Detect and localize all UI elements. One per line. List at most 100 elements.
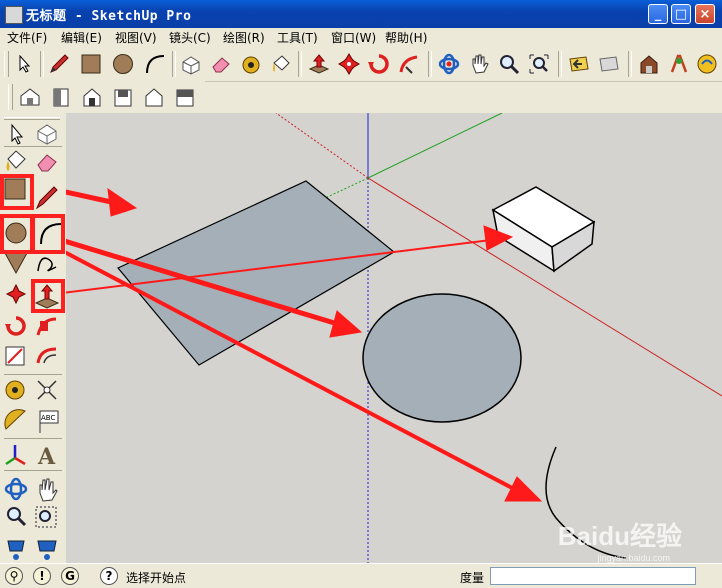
geo-location-icon[interactable]: ⚲	[5, 567, 23, 585]
drawing-viewport[interactable]: Baidu经验 jingyan.baidu.com	[66, 113, 722, 563]
offset-icon[interactable]	[36, 347, 57, 364]
next-view-icon[interactable]	[596, 51, 622, 77]
zoom-extents-icon[interactable]	[526, 51, 552, 77]
dimension-icon[interactable]	[37, 380, 57, 400]
toolbar-separator	[40, 51, 44, 77]
axes-icon[interactable]	[5, 445, 26, 466]
measurements-input[interactable]	[490, 567, 696, 585]
zoom-window-icon[interactable]	[35, 506, 57, 528]
walk-icon[interactable]	[7, 540, 25, 560]
front-view-icon[interactable]	[79, 84, 105, 110]
protractor-icon[interactable]	[4, 409, 26, 430]
sketchup-app-icon[interactable]	[5, 6, 23, 24]
maximize-button[interactable]: □	[671, 4, 691, 24]
eraser-icon[interactable]	[208, 51, 234, 77]
move-icon[interactable]	[336, 51, 362, 77]
arc-icon[interactable]	[40, 223, 62, 245]
back-view-icon[interactable]	[141, 84, 167, 110]
scale-icon[interactable]	[5, 346, 25, 366]
menu-file[interactable]: 文件(F)	[7, 29, 47, 46]
zoom-icon[interactable]	[7, 507, 27, 527]
polygon-icon[interactable]	[4, 252, 28, 275]
circle-face[interactable]	[362, 293, 522, 423]
red-axis-negative	[275, 113, 369, 179]
text-icon[interactable]: ABC	[39, 410, 59, 433]
tape-measure-icon[interactable]	[238, 51, 264, 77]
toolbar-separator	[172, 51, 176, 77]
warehouse-icon[interactable]	[636, 51, 662, 77]
tool-palette: ABC A	[0, 113, 66, 563]
menu-draw[interactable]: 绘图(R)	[223, 29, 265, 46]
circle-icon[interactable]	[110, 51, 136, 77]
previous-view-icon[interactable]	[566, 51, 592, 77]
paint-bucket-icon[interactable]	[268, 51, 294, 77]
toolbar-separator	[298, 51, 302, 77]
rectangle-icon[interactable]	[78, 51, 104, 77]
menu-view[interactable]: 视图(V)	[115, 29, 157, 46]
rotate-icon[interactable]	[366, 51, 392, 77]
views-toolbar	[0, 81, 205, 114]
toolbar-separator	[628, 51, 632, 77]
line-icon[interactable]	[35, 186, 58, 210]
highlight-arc-tool	[31, 214, 65, 254]
orbit-icon[interactable]	[436, 51, 462, 77]
menu-bar: 文件(F) 编辑(E) 视图(V) 镜头(C) 绘图(R) 工具(T) 窗口(W…	[0, 28, 722, 46]
zoom-icon[interactable]	[496, 51, 522, 77]
circle-icon[interactable]	[5, 222, 27, 244]
menu-camera[interactable]: 镜头(C)	[169, 29, 211, 46]
push-pull-icon[interactable]	[34, 284, 60, 309]
help-icon[interactable]: ?	[100, 567, 118, 585]
push-pull-icon[interactable]	[306, 51, 332, 77]
window-title: 无标题 - SketchUp Pro	[26, 9, 192, 24]
pan-icon[interactable]	[466, 51, 492, 77]
menu-window[interactable]: 窗口(W)	[331, 29, 376, 46]
title-bar: 无标题 - SketchUp Pro _ □ ×	[0, 0, 722, 28]
baidu-watermark-url: jingyan.baidu.com	[597, 553, 670, 563]
orbit-icon[interactable]	[4, 477, 28, 501]
green-axis	[367, 113, 503, 179]
component-icon[interactable]	[37, 124, 57, 145]
follow-me-icon[interactable]	[396, 51, 422, 77]
toolbar-grip[interactable]	[8, 84, 13, 110]
eraser-icon[interactable]	[37, 154, 57, 172]
status-bar: ⚲ ! G ? 选择开始点 度量	[0, 563, 722, 588]
status-prompt: 选择开始点	[126, 571, 187, 585]
paint-bucket-icon[interactable]	[6, 150, 26, 171]
rotate-icon[interactable]	[5, 316, 26, 336]
svg-text:ABC: ABC	[41, 414, 55, 422]
rectangle-face[interactable]	[117, 180, 396, 366]
iso-view-icon[interactable]	[17, 84, 43, 110]
menu-edit[interactable]: 编辑(E)	[61, 29, 102, 46]
credits-icon[interactable]: !	[33, 567, 51, 585]
select-icon[interactable]	[11, 123, 24, 145]
extruded-box[interactable]	[491, 186, 596, 273]
top-view-icon[interactable]	[48, 84, 74, 110]
right-view-icon[interactable]	[110, 84, 136, 110]
menu-tools[interactable]: 工具(T)	[277, 29, 318, 46]
move-icon[interactable]	[5, 283, 27, 305]
menu-help[interactable]: 帮助(H)	[385, 29, 427, 46]
toolbar-grip[interactable]	[4, 51, 9, 77]
user-icon[interactable]: G	[61, 567, 79, 585]
pencil-icon[interactable]	[46, 51, 72, 77]
pan-icon[interactable]	[39, 478, 58, 502]
minimize-button[interactable]: _	[648, 4, 668, 24]
components-icon[interactable]	[666, 51, 692, 77]
look-around-icon[interactable]	[37, 540, 57, 560]
close-button[interactable]: ×	[695, 4, 715, 24]
arc-icon[interactable]	[142, 51, 168, 77]
select-icon[interactable]	[12, 51, 38, 77]
main-toolbar	[0, 47, 722, 82]
left-view-icon[interactable]	[172, 84, 198, 110]
svg-text:A: A	[37, 444, 56, 470]
toolbar-separator	[558, 51, 562, 77]
follow-me-icon[interactable]	[36, 317, 57, 336]
tape-measure-icon[interactable]	[5, 380, 25, 400]
freehand-icon[interactable]	[37, 257, 57, 272]
baidu-watermark: Baidu经验	[557, 521, 682, 551]
component-icon[interactable]	[178, 51, 204, 77]
rectangle-icon[interactable]	[4, 178, 26, 200]
3d-text-icon[interactable]: A	[37, 444, 56, 470]
toolbar-separator	[428, 51, 432, 77]
extension-icon[interactable]	[694, 51, 720, 77]
